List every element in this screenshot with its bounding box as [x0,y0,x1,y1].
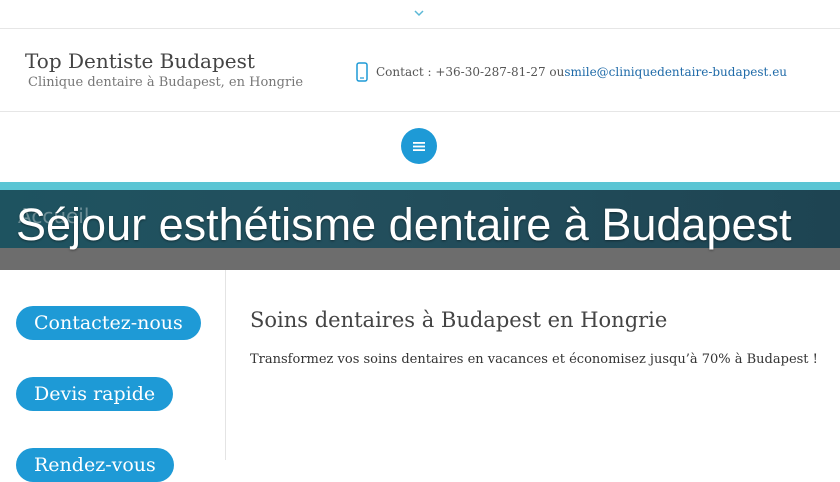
quick-quote-button[interactable]: Devis rapide [16,377,174,411]
site-tagline: Clinique dentaire à Budapest, en Hongrie [28,75,304,90]
site-title[interactable]: Top Dentiste Budapest [25,49,255,73]
appointment-button[interactable]: Rendez-vous [16,448,174,482]
top-bar [0,0,840,29]
page-banner: Accueil Séjour esthétisme dentaire à Bud… [0,182,840,270]
contact-info: Contact : +36-30-287-81-27 ou smile@clin… [356,61,787,83]
phone-icon [356,62,368,82]
chevron-down-icon[interactable] [412,6,426,20]
intro-text: Transformez vos soins dentaires en vacan… [250,352,818,367]
site-header: Top Dentiste Budapest Clinique dentaire … [0,29,840,112]
contact-email-link[interactable]: smile@cliniquedentaire-budapest.eu [564,65,787,79]
section-heading: Soins dentaires à Budapest en Hongrie [250,308,668,332]
contact-us-button[interactable]: Contactez-nous [16,306,201,340]
menu-toggle-button[interactable] [401,128,437,164]
contact-text: Contact : +36-30-287-81-27 ou [376,65,565,79]
sidebar: Contactez-nous Devis rapide Rendez-vous [0,270,226,482]
banner-bottom-stripe [0,248,840,270]
hamburger-menu-icon [413,141,425,151]
banner-accent-stripe [0,182,840,190]
nav-bar [0,112,840,182]
page-title: Séjour esthétisme dentaire à Budapest [16,199,792,250]
